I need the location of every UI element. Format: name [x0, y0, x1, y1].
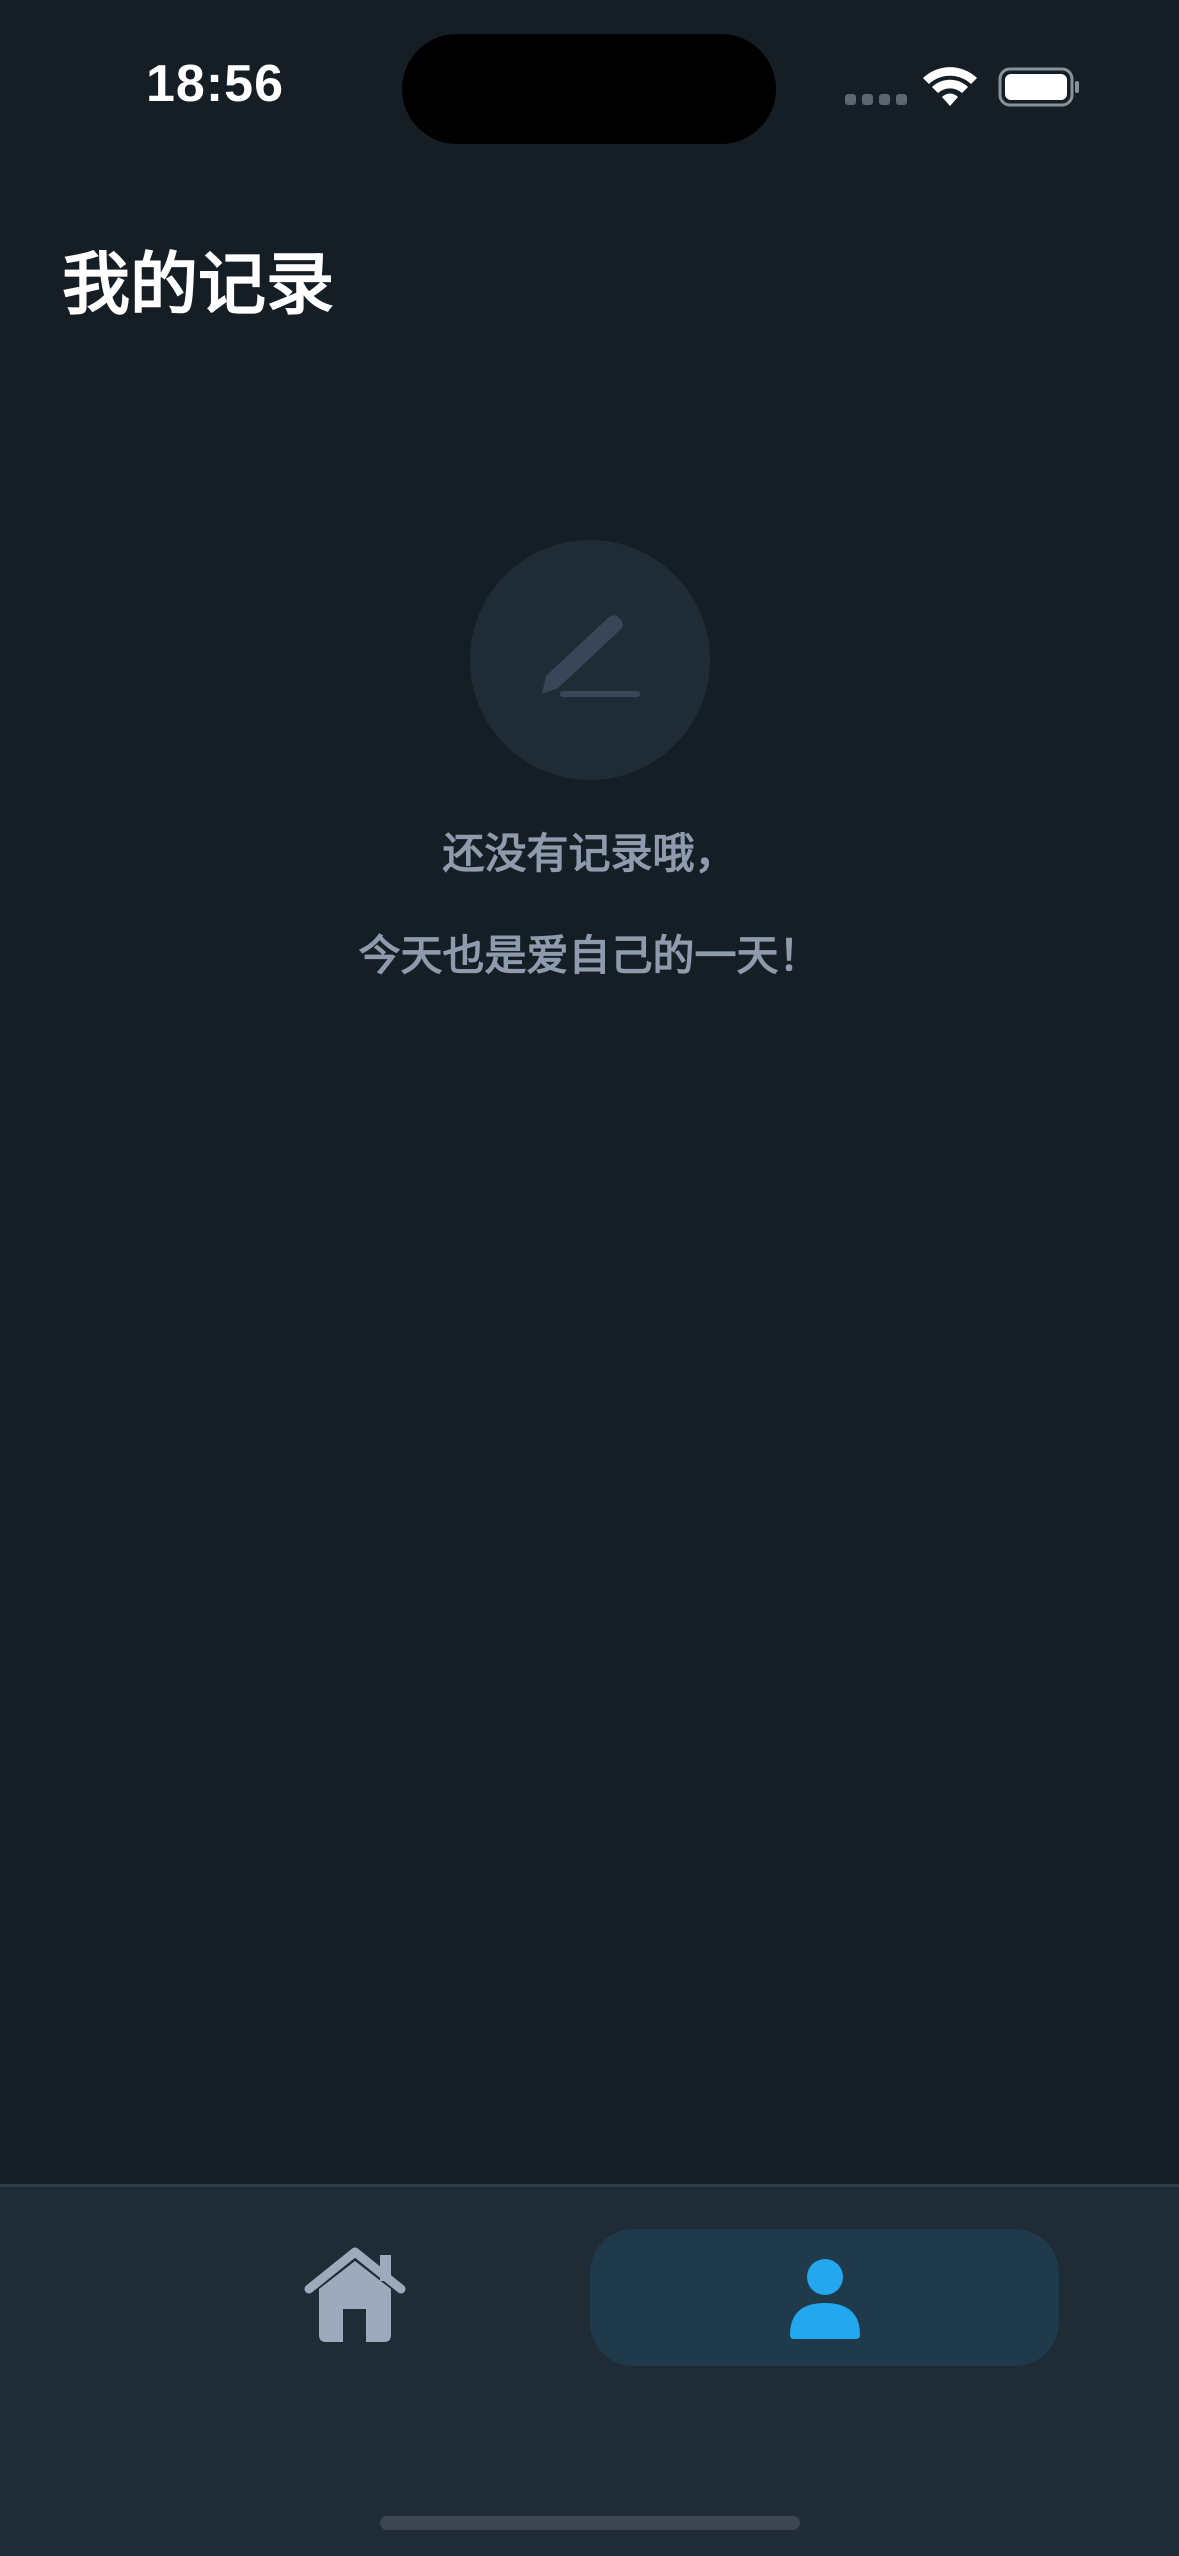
page-title: 我的记录 — [62, 246, 335, 325]
wifi-icon — [923, 67, 977, 106]
empty-state-icon-circle — [470, 540, 710, 780]
status-time: 18:56 — [146, 55, 284, 113]
tab-home[interactable] — [270, 2231, 440, 2367]
home-icon — [304, 2247, 406, 2342]
pencil-icon — [542, 615, 640, 697]
tab-profile[interactable] — [590, 2229, 1059, 2366]
cellular-signal-icon — [845, 94, 907, 105]
my-records-screen: 18:56 我的记录 还没有记录哦， 今天也是爱自己的一天！ — [0, 0, 1179, 2556]
person-icon — [790, 2259, 860, 2339]
dynamic-island — [402, 34, 776, 144]
empty-state-message-line-1: 还没有记录哦， — [442, 829, 737, 878]
empty-state-message-line-2: 今天也是爱自己的一天！ — [358, 931, 821, 980]
tab-bar — [0, 2184, 1179, 2556]
battery-icon — [998, 67, 1079, 107]
home-indicator — [380, 2516, 800, 2530]
